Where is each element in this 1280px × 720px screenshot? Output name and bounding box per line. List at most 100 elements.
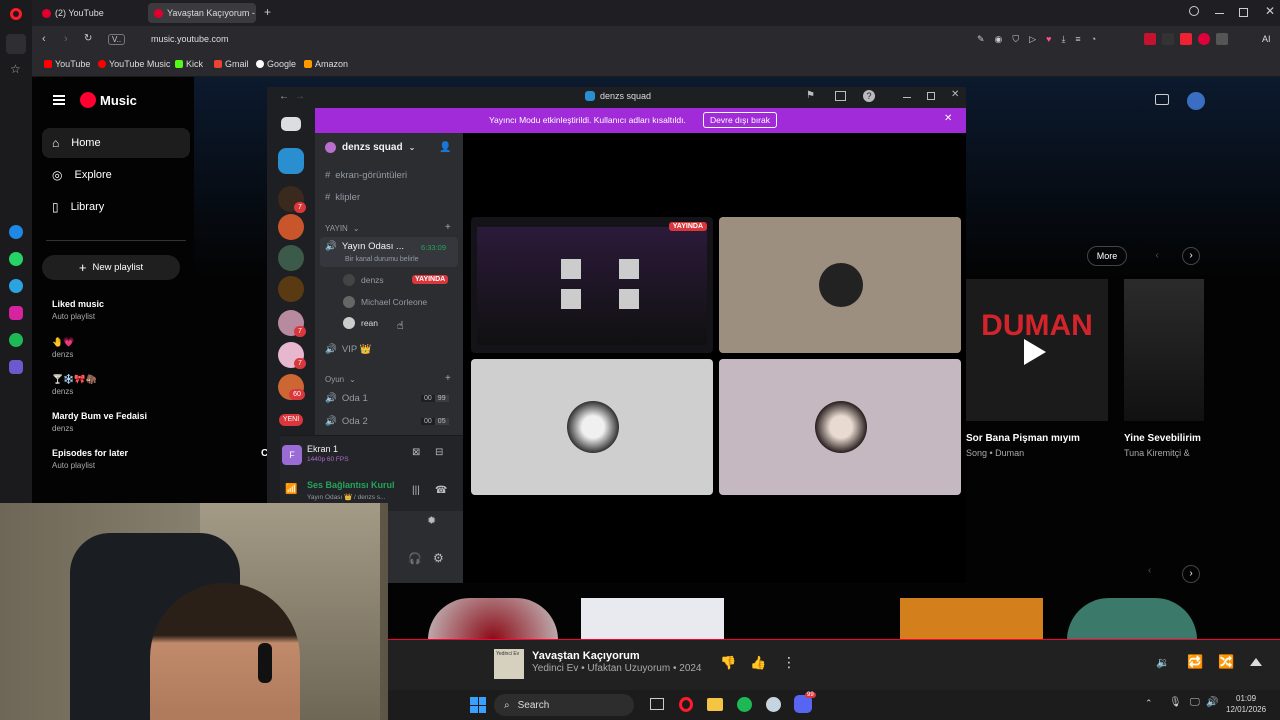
voice-channel[interactable]: 🔊 Yayın Odası ...	[325, 241, 404, 252]
bookmark-youtube-music[interactable]: YouTube Music	[98, 59, 170, 69]
heart-icon[interactable]: ♥	[1046, 34, 1051, 45]
help-icon[interactable]: ?	[863, 90, 875, 102]
forward-icon[interactable]: →	[295, 91, 305, 102]
menu-icon[interactable]: ≡	[1075, 34, 1080, 45]
edit-icon[interactable]: ✎	[977, 34, 985, 45]
steam-icon[interactable]	[766, 697, 781, 712]
ublock-icon[interactable]	[1198, 33, 1210, 45]
telegram-icon[interactable]	[9, 279, 23, 293]
extension-icon[interactable]	[1216, 33, 1228, 45]
ytm-logo[interactable]: Music	[80, 92, 137, 108]
stream-settings-icon[interactable]: ⊟	[435, 447, 443, 458]
voice-user[interactable]: denzs	[343, 274, 384, 286]
more-options-icon[interactable]: ⋮	[782, 654, 796, 671]
volume-icon[interactable]: 🔉	[1156, 656, 1170, 669]
stream-tile-screen[interactable]: YAYINDA	[471, 217, 713, 353]
nav-library[interactable]: ▯ Library	[42, 192, 190, 222]
home-icon[interactable]	[6, 34, 26, 54]
download-icon[interactable]: ⤓	[1061, 34, 1065, 45]
playlist-title[interactable]: 🍸❄️🎀🦣	[52, 374, 97, 385]
add-channel-icon[interactable]: +	[445, 222, 451, 233]
bookmark-youtube[interactable]: YouTube	[44, 59, 90, 69]
taskbar-search[interactable]: ⌕ Search	[494, 694, 634, 716]
card-title[interactable]: Yine Sevebilirim	[1124, 433, 1204, 444]
more-button[interactable]: More	[1087, 246, 1127, 266]
user-tile[interactable]	[719, 217, 961, 353]
voice-user[interactable]: rean	[343, 317, 378, 329]
search-icon[interactable]	[1189, 6, 1199, 16]
extension-icon[interactable]	[1144, 33, 1156, 45]
close-icon[interactable]: ✕	[951, 89, 959, 100]
add-member-icon[interactable]: 👤	[439, 142, 451, 153]
text-channel[interactable]: # klipler	[325, 192, 360, 203]
server-icon[interactable]	[278, 214, 304, 240]
clock-date[interactable]: 12/01/2026	[1226, 705, 1266, 714]
bookmark-kick[interactable]: Kick	[175, 59, 203, 69]
profile-icon[interactable]: ◔	[1091, 34, 1096, 45]
headphones-icon[interactable]: 🎧	[408, 552, 422, 565]
play-icon[interactable]	[1024, 339, 1046, 365]
stop-stream-icon[interactable]: ⊠	[412, 447, 420, 458]
disconnect-icon[interactable]: ☎	[435, 485, 447, 496]
player-icon[interactable]	[9, 360, 23, 374]
maximize-icon[interactable]	[927, 92, 935, 100]
ai-button[interactable]: AI	[1262, 34, 1271, 44]
bookmark-google[interactable]: Google	[256, 59, 296, 69]
maximize-icon[interactable]	[1239, 8, 1248, 17]
add-channel-icon[interactable]: +	[445, 373, 451, 384]
bookmark-amazon[interactable]: Amazon	[304, 59, 348, 69]
like-icon[interactable]: 👍	[750, 655, 766, 671]
clock-time[interactable]: 01:09	[1236, 694, 1256, 703]
back-icon[interactable]: ‹	[42, 33, 46, 45]
album-thumb[interactable]	[428, 598, 558, 640]
reload-icon[interactable]: ↻	[84, 33, 92, 44]
text-channel[interactable]: # ekran-görüntüleri	[325, 170, 407, 181]
network-icon[interactable]: 🖵	[1190, 697, 1200, 708]
spotify-icon[interactable]	[9, 333, 23, 347]
play-icon[interactable]: ▷	[1029, 34, 1036, 45]
opera-taskbar-icon[interactable]	[679, 697, 693, 712]
carousel-next-icon[interactable]: ›	[1182, 247, 1200, 265]
close-icon[interactable]: ✕	[944, 113, 952, 124]
tab-youtube[interactable]: (2) YouTube	[36, 3, 144, 23]
album-art[interactable]: Yedinci Ev	[494, 649, 524, 679]
track-subtitle[interactable]: Yedinci Ev • Ufaktan Uzuyorum • 2024	[532, 663, 702, 674]
server-header[interactable]: denzs squad ⌄	[325, 142, 415, 153]
disable-button[interactable]: Devre dışı bırak	[703, 112, 777, 128]
new-badge[interactable]: YENİ	[279, 414, 303, 426]
carousel-prev-icon[interactable]: ‹	[1148, 565, 1151, 576]
opera-logo-icon[interactable]	[10, 8, 22, 20]
expand-player-icon[interactable]	[1250, 658, 1262, 666]
voice-channel[interactable]: 🔊 VIP 👑	[325, 344, 371, 355]
new-playlist-button[interactable]: + New playlist	[42, 255, 180, 280]
settings-gear-icon[interactable]: ⚙	[433, 551, 444, 565]
windows-start-icon[interactable]	[470, 697, 486, 713]
vpn-badge[interactable]: V..	[108, 34, 126, 45]
url-field[interactable]: music.youtube.com	[151, 34, 229, 44]
playlist-title[interactable]: Liked music	[52, 299, 104, 309]
discord-logo-icon[interactable]	[281, 117, 301, 131]
hamburger-menu-icon[interactable]	[53, 95, 65, 105]
playlist-title[interactable]: 🤚💗	[52, 337, 74, 348]
card-title[interactable]: Sor Bana Pişman mıyım	[966, 433, 1080, 444]
album-thumb[interactable]	[581, 598, 724, 640]
camera-icon[interactable]: ◉	[995, 34, 1003, 45]
bookmark-gmail[interactable]: Gmail	[214, 59, 249, 69]
dislike-icon[interactable]: 👎	[720, 655, 736, 671]
server-icon[interactable]	[278, 276, 304, 302]
carousel-next-icon[interactable]: ›	[1182, 565, 1200, 583]
category-header[interactable]: Oyun ⌄	[325, 375, 356, 384]
minimize-icon[interactable]	[903, 97, 911, 98]
playlist-title[interactable]: Mardy Bum ve Fedaisi	[52, 411, 147, 421]
tray-chevron-icon[interactable]: ⌃	[1145, 698, 1153, 709]
category-header[interactable]: YAYIN ⌄	[325, 224, 360, 233]
voice-channel[interactable]: 🔊 Oda 2	[325, 416, 368, 427]
nav-home[interactable]: ⌂ Home	[42, 128, 190, 158]
volume-tray-icon[interactable]: 🔊	[1206, 697, 1218, 708]
voice-user[interactable]: Michael Corleone	[343, 296, 427, 308]
instagram-icon[interactable]	[9, 306, 23, 320]
album-thumb[interactable]	[900, 598, 1043, 640]
messenger-icon[interactable]	[9, 225, 23, 239]
playlist-title[interactable]: Episodes for later	[52, 448, 128, 458]
back-icon[interactable]: ←	[279, 91, 289, 102]
